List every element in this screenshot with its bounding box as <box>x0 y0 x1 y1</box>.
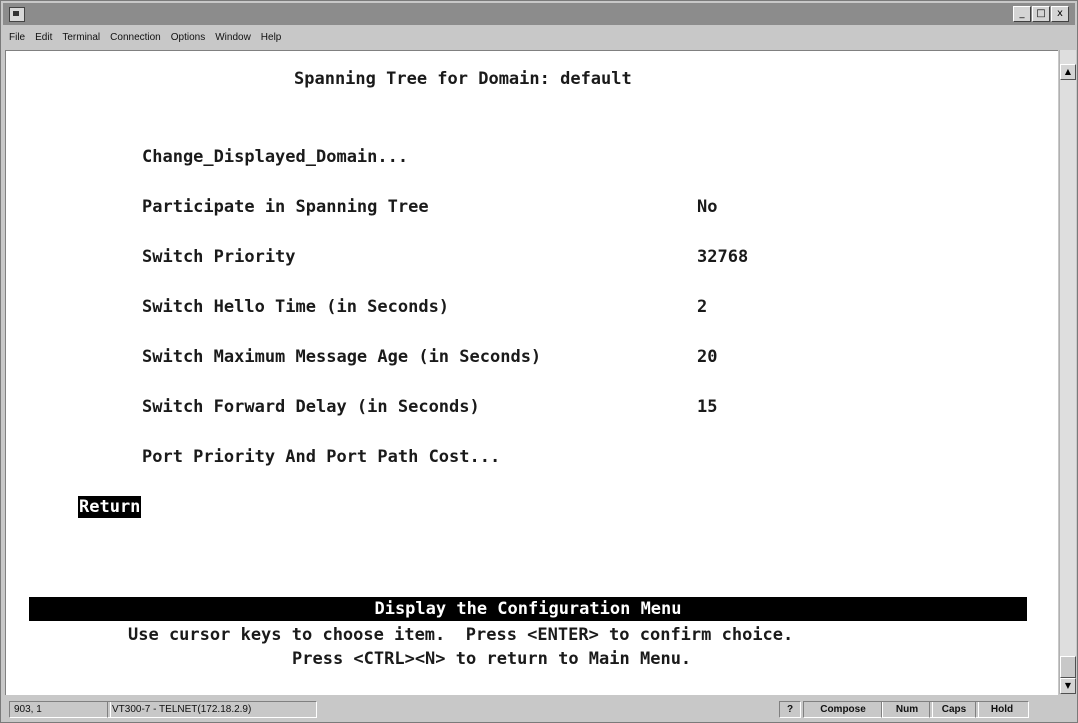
cursor-position: 903, 1 <box>9 701 111 718</box>
forward-delay-value[interactable]: 15 <box>697 396 717 418</box>
menu-window[interactable]: Window <box>210 32 256 43</box>
title-bar[interactable]: _ □ x <box>3 3 1075 25</box>
close-button[interactable]: x <box>1051 6 1069 22</box>
terminal-app-icon[interactable] <box>9 7 25 22</box>
hold-indicator: Hold <box>975 701 1029 718</box>
screen-title: Spanning Tree for Domain: default <box>294 69 632 89</box>
menu-bar: File Edit Terminal Connection Options Wi… <box>3 26 1075 48</box>
scroll-up-arrow-icon[interactable]: ▲ <box>1060 64 1076 80</box>
window-controls: _ □ x <box>1013 6 1069 22</box>
compose-indicator: Compose <box>803 701 883 718</box>
help-line-1: Use cursor keys to choose item. Press <E… <box>128 625 794 645</box>
help-line-2: Press <CTRL><N> to return to Main Menu. <box>292 649 692 669</box>
menu-item-max-message-age[interactable]: Switch Maximum Message Age (in Seconds) <box>142 346 541 368</box>
scroll-down-arrow-icon[interactable]: ▼ <box>1060 678 1076 694</box>
caps-lock-indicator: Caps <box>929 701 979 718</box>
status-bar: 903, 1 VT300-7 - TELNET(172.18.2.9) ? Co… <box>3 698 1075 720</box>
menu-terminal[interactable]: Terminal <box>57 32 105 43</box>
return-item[interactable]: Return <box>78 496 142 518</box>
menu-item-change-displayed-domain[interactable]: Change_Displayed_Domain... <box>142 146 408 168</box>
help-indicator[interactable]: ? <box>779 701 801 718</box>
max-message-age-value[interactable]: 20 <box>697 346 717 368</box>
menu-item-forward-delay[interactable]: Switch Forward Delay (in Seconds) <box>142 396 480 418</box>
vertical-scrollbar[interactable]: ▲ ▼ <box>1059 50 1076 694</box>
menu-item-participate-spanning-tree[interactable]: Participate in Spanning Tree <box>142 196 429 218</box>
switch-priority-value[interactable]: 32768 <box>697 246 748 268</box>
num-lock-indicator: Num <box>881 701 933 718</box>
minimize-button[interactable]: _ <box>1013 6 1031 22</box>
scrollbar-thumb[interactable] <box>1060 656 1076 678</box>
status-message-bar: Display the Configuration Menu <box>29 597 1027 621</box>
menu-edit[interactable]: Edit <box>30 32 57 43</box>
menu-item-switch-priority[interactable]: Switch Priority <box>142 246 296 268</box>
menu-help[interactable]: Help <box>256 32 287 43</box>
terminal-window: _ □ x File Edit Terminal Connection Opti… <box>0 0 1078 723</box>
menu-file[interactable]: File <box>3 32 30 43</box>
menu-item-port-priority-path-cost[interactable]: Port Priority And Port Path Cost... <box>142 446 500 468</box>
connection-info: VT300-7 - TELNET(172.18.2.9) <box>107 701 317 718</box>
terminal-screen[interactable]: Spanning Tree for Domain: default Change… <box>5 50 1058 695</box>
hello-time-value[interactable]: 2 <box>697 296 707 318</box>
participate-spanning-tree-value[interactable]: No <box>697 196 717 218</box>
menu-item-hello-time[interactable]: Switch Hello Time (in Seconds) <box>142 296 449 318</box>
menu-connection[interactable]: Connection <box>105 32 166 43</box>
menu-options[interactable]: Options <box>166 32 210 43</box>
maximize-button[interactable]: □ <box>1032 6 1050 22</box>
